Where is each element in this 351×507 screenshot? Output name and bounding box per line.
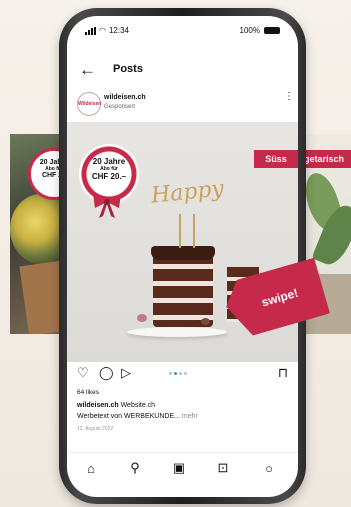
wifi-icon: ◠ — [99, 26, 106, 35]
bottom-tab-bar: ⌂ ⚲ ▣ ⊡ ○ — [67, 452, 298, 483]
carousel-dot — [169, 372, 172, 375]
home-icon[interactable]: ⌂ — [83, 460, 99, 476]
page-title: Posts — [113, 63, 143, 75]
caption-header: wildeisen.ch Website.ch — [77, 402, 155, 409]
comment-icon[interactable]: ◯ — [99, 366, 114, 380]
shop-icon[interactable]: ⊡ — [215, 460, 231, 476]
carousel-dot — [174, 372, 177, 375]
caption-username[interactable]: wildeisen.ch — [77, 402, 119, 409]
battery-percent: 100% — [239, 26, 260, 35]
account-name[interactable]: wildeisen.ch — [104, 94, 146, 101]
macaron — [137, 314, 147, 322]
category-tag: Süss — [254, 150, 298, 168]
cake-stand — [127, 327, 227, 337]
like-count[interactable]: 64 likes — [77, 389, 99, 396]
bow-icon — [93, 194, 121, 218]
macaron — [201, 318, 210, 325]
promo-rosette-line3: CHF 20.– — [91, 172, 127, 181]
profile-icon[interactable]: ○ — [261, 460, 277, 476]
search-icon[interactable]: ⚲ — [127, 460, 143, 476]
category-ribbon-right: getarisch — [300, 150, 351, 168]
caption-text: Werbetext von WERBEKUNDE... — [77, 413, 180, 420]
battery-icon — [264, 27, 280, 34]
post-actions: ♡ ◯ ▷ ⊓ — [67, 364, 298, 384]
sponsored-label: Gesponsert — [104, 104, 136, 110]
heart-icon[interactable]: ♡ — [77, 366, 89, 380]
swipe-label: swipe! — [259, 285, 300, 310]
status-bar: ◠ 12:34 100% — [67, 26, 298, 40]
phone-screen: ◠ 12:34 100% ← Posts Wildeisen wildeisen… — [67, 16, 298, 497]
carousel-dot — [179, 372, 182, 375]
more-options-icon[interactable]: ⋮ — [284, 92, 294, 102]
post-date: 12. August 2022 — [77, 426, 114, 432]
topper-stick — [179, 214, 181, 248]
cake-topper-text: Happy — [149, 176, 226, 209]
post-header: Wildeisen wildeisen.ch Gesponsert ⋮ — [67, 90, 298, 120]
share-icon[interactable]: ▷ — [121, 366, 131, 380]
promo-rosette-line1: 20 Jahre — [92, 157, 126, 166]
chocolate-drip — [151, 246, 215, 260]
top-nav: ← Posts — [67, 60, 298, 82]
cake-image — [153, 252, 213, 327]
status-time: 12:34 — [108, 26, 130, 35]
reels-icon[interactable]: ▣ — [171, 460, 187, 476]
arrow-left-icon[interactable]: ← — [79, 61, 96, 79]
signal-icon — [85, 26, 96, 35]
carousel-indicator — [169, 372, 187, 375]
caption-link[interactable]: Website.ch — [121, 402, 156, 409]
topper-stick — [193, 214, 195, 248]
bookmark-icon[interactable]: ⊓ — [278, 366, 288, 380]
avatar[interactable]: Wildeisen — [77, 92, 101, 116]
caption-text-row: Werbetext von WERBEKUNDE... mehr — [77, 413, 198, 420]
caption-more-link[interactable]: mehr — [182, 413, 198, 420]
carousel-dot — [184, 372, 187, 375]
